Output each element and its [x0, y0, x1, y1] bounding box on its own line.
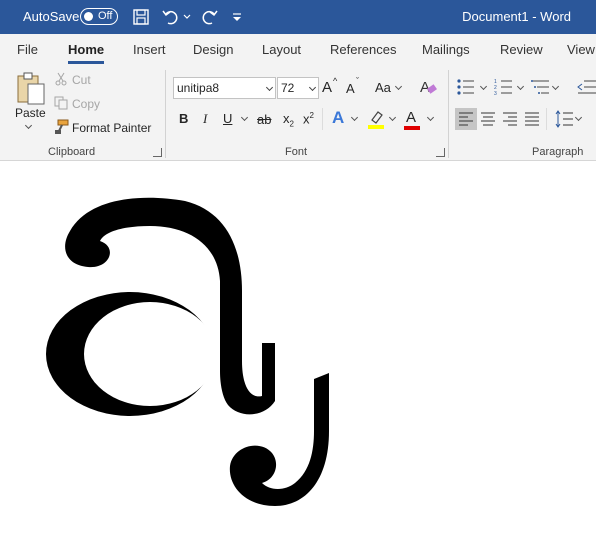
grow-font-button[interactable]: A: [322, 79, 332, 96]
tab-review[interactable]: Review: [500, 42, 543, 57]
tab-mailings[interactable]: Mailings: [422, 42, 470, 57]
italic-button[interactable]: I: [203, 111, 207, 127]
justify-icon[interactable]: [524, 112, 540, 126]
underline-dropdown-icon[interactable]: [240, 113, 249, 122]
clipboard-group-label: Clipboard: [48, 146, 96, 158]
paste-icon[interactable]: [15, 70, 47, 106]
decrease-indent-icon[interactable]: [576, 78, 596, 96]
font-name-value: unitipa8: [177, 81, 220, 95]
underline-button[interactable]: U: [223, 111, 232, 126]
change-case-dropdown-icon[interactable]: [394, 82, 403, 91]
clipboard-dialog-launcher-icon[interactable]: [153, 148, 162, 157]
font-dialog-launcher-icon[interactable]: [436, 148, 445, 157]
undo-icon[interactable]: [160, 6, 182, 28]
shrink-font-button[interactable]: A: [346, 81, 355, 96]
bullets-dropdown-icon[interactable]: [479, 82, 488, 91]
bold-button[interactable]: B: [179, 111, 188, 126]
autosave-toggle[interactable]: Off: [80, 8, 118, 25]
superscript-2: 2: [309, 111, 314, 120]
multilevel-list-icon[interactable]: [531, 78, 553, 96]
font-color-button[interactable]: A: [406, 109, 416, 126]
highlight-icon[interactable]: [368, 108, 386, 130]
line-spacing-dropdown-icon[interactable]: [574, 113, 583, 122]
a-with-retroflex-hook-glyph: [46, 197, 329, 506]
document-title: Document1 - Word: [462, 9, 571, 24]
customize-quick-access-icon[interactable]: [226, 6, 248, 28]
ribbon-tabs: File Home Insert Design Layout Reference…: [0, 34, 596, 64]
svg-text:A: A: [420, 79, 430, 96]
font-color-dropdown-icon[interactable]: [426, 113, 435, 122]
tab-file[interactable]: File: [17, 42, 38, 57]
title-bar: AutoSave Off Document1 - Word: [0, 0, 596, 34]
toggle-knob: [84, 12, 93, 21]
font-group-label: Font: [285, 146, 308, 158]
subscript-button[interactable]: x2: [283, 111, 294, 129]
align-center-icon[interactable]: [480, 112, 496, 126]
font-size-value: 72: [281, 81, 295, 95]
save-icon[interactable]: [130, 6, 152, 28]
format-painter-label[interactable]: Format Painter: [72, 121, 151, 135]
text-effects-button[interactable]: A: [332, 108, 344, 128]
tab-insert[interactable]: Insert: [133, 42, 166, 57]
highlight-dropdown-icon[interactable]: [388, 113, 397, 122]
autosave-state: Off: [98, 10, 113, 22]
group-separator: [165, 70, 166, 158]
font-color-swatch: [404, 126, 420, 130]
group-separator: [448, 70, 449, 158]
paste-dropdown-icon[interactable]: [24, 121, 33, 130]
tab-references[interactable]: References: [330, 42, 396, 57]
cut-label[interactable]: Cut: [72, 73, 91, 87]
tab-view[interactable]: View: [567, 42, 595, 57]
ribbon-home: Paste Cut Copy Format Painter Clipboard …: [0, 64, 596, 161]
font-name-combo[interactable]: unitipa8: [173, 77, 276, 99]
font-name-dropdown-icon[interactable]: [265, 83, 274, 92]
change-case-button[interactable]: Aa: [375, 80, 391, 95]
font-size-dropdown-icon[interactable]: [308, 83, 317, 92]
redo-icon[interactable]: [198, 6, 220, 28]
font-size-combo[interactable]: 72: [277, 77, 319, 99]
font-row-separator: [322, 108, 323, 130]
align-left-icon[interactable]: [458, 112, 474, 126]
align-right-icon[interactable]: [502, 112, 518, 126]
shrink-font-arrow-icon: ˇ: [356, 76, 359, 86]
clear-formatting-icon[interactable]: A: [418, 77, 438, 97]
format-painter-icon[interactable]: [53, 119, 69, 135]
tab-design[interactable]: Design: [193, 42, 233, 57]
copy-icon[interactable]: [54, 96, 68, 110]
autosave-label: AutoSave: [23, 9, 80, 24]
numbering-dropdown-icon[interactable]: [516, 82, 525, 91]
superscript-button[interactable]: x2: [303, 111, 314, 126]
grow-font-arrow-icon: ^: [333, 76, 338, 86]
tab-home[interactable]: Home: [68, 42, 105, 64]
line-spacing-icon[interactable]: [555, 110, 573, 128]
cut-icon[interactable]: [54, 72, 68, 86]
copy-label[interactable]: Copy: [72, 97, 100, 111]
subscript-2: 2: [289, 119, 294, 129]
paragraph-row-separator: [546, 108, 547, 130]
numbering-icon[interactable]: 1 2 3: [494, 78, 516, 96]
strikethrough-button[interactable]: ab: [257, 112, 271, 127]
paragraph-group-label: Paragraph: [532, 146, 584, 158]
paste-button-label[interactable]: Paste: [15, 106, 46, 120]
document-canvas[interactable]: [0, 161, 596, 542]
tab-layout[interactable]: Layout: [262, 42, 301, 57]
multilevel-list-dropdown-icon[interactable]: [551, 82, 560, 91]
bullets-icon[interactable]: [456, 78, 478, 96]
svg-text:3: 3: [494, 91, 497, 96]
text-effects-dropdown-icon[interactable]: [350, 113, 359, 122]
